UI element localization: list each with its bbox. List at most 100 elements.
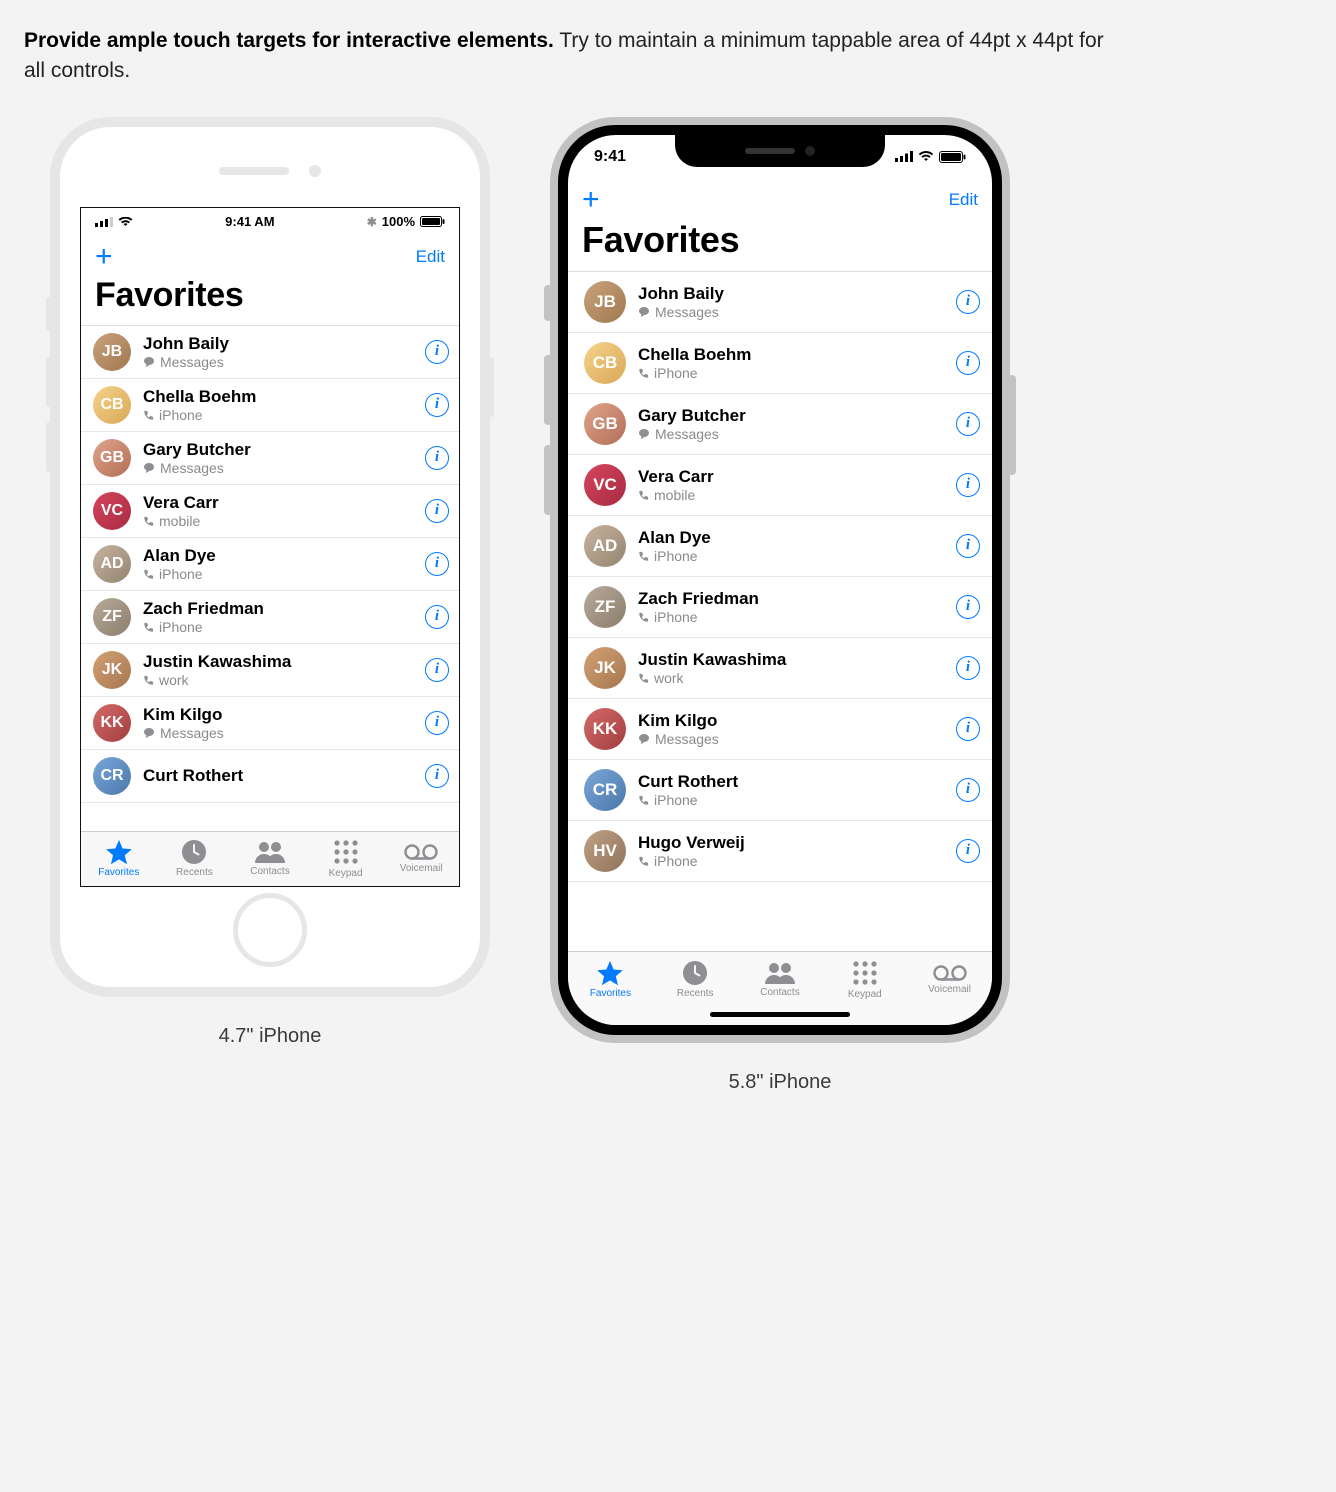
- contact-sub: iPhone: [638, 548, 956, 564]
- tab-contacts[interactable]: Contacts: [738, 952, 823, 1007]
- favorite-row[interactable]: JK Justin Kawashima work i: [81, 644, 459, 697]
- info-button[interactable]: i: [956, 717, 980, 741]
- voicemail-icon: [404, 843, 438, 861]
- info-button[interactable]: i: [956, 290, 980, 314]
- edit-button[interactable]: Edit: [949, 190, 978, 210]
- favorite-row[interactable]: JK Justin Kawashima work i: [568, 638, 992, 699]
- favorite-row[interactable]: CR Curt Rothert iPhone i: [568, 760, 992, 821]
- contact-name: Alan Dye: [143, 546, 425, 566]
- wifi-icon: [118, 217, 133, 227]
- favorite-row[interactable]: CB Chella Boehm iPhone i: [81, 379, 459, 432]
- avatar: GB: [93, 439, 131, 477]
- info-button[interactable]: i: [425, 605, 449, 629]
- wifi-icon: [918, 151, 934, 162]
- favorite-row[interactable]: ZF Zach Friedman iPhone i: [81, 591, 459, 644]
- info-button[interactable]: i: [956, 595, 980, 619]
- favorite-row[interactable]: AD Alan Dye iPhone i: [568, 516, 992, 577]
- favorite-row[interactable]: VC Vera Carr mobile i: [81, 485, 459, 538]
- favorite-row[interactable]: JB John Baily Messages i: [81, 326, 459, 379]
- contacts-icon: [254, 840, 286, 864]
- info-button[interactable]: i: [956, 351, 980, 375]
- caption-a: 4.7" iPhone: [219, 1025, 322, 1048]
- battery-icon: [420, 216, 445, 227]
- tab-keypad[interactable]: Keypad: [308, 832, 384, 886]
- notch: [675, 135, 885, 167]
- info-button[interactable]: i: [425, 340, 449, 364]
- info-button[interactable]: i: [425, 658, 449, 682]
- info-button[interactable]: i: [956, 778, 980, 802]
- favorite-row[interactable]: KK Kim Kilgo Messages i: [568, 699, 992, 760]
- home-button[interactable]: [233, 893, 307, 967]
- avatar: VC: [93, 492, 131, 530]
- contact-sub: Messages: [143, 354, 425, 370]
- tab-label: Contacts: [250, 866, 289, 877]
- contact-sub: Messages: [638, 731, 956, 747]
- tab-contacts[interactable]: Contacts: [232, 832, 308, 886]
- tab-favorites[interactable]: Favorites: [568, 952, 653, 1007]
- favorite-row[interactable]: CB Chella Boehm iPhone i: [568, 333, 992, 394]
- tab-voicemail[interactable]: Voicemail: [907, 952, 992, 1007]
- info-button[interactable]: i: [956, 412, 980, 436]
- intro-bold: Provide ample touch targets for interact…: [24, 29, 554, 52]
- tab-recents[interactable]: Recents: [653, 952, 738, 1007]
- avatar: ZF: [93, 598, 131, 636]
- intro-text: Provide ample touch targets for interact…: [24, 26, 1124, 87]
- tab-label: Keypad: [329, 868, 363, 879]
- tab-voicemail[interactable]: Voicemail: [383, 832, 459, 886]
- info-button[interactable]: i: [956, 656, 980, 680]
- contact-name: Kim Kilgo: [143, 705, 425, 725]
- add-button[interactable]: +: [582, 185, 600, 215]
- avatar: GB: [584, 403, 626, 445]
- avatar: CB: [584, 342, 626, 384]
- add-button[interactable]: +: [95, 242, 113, 272]
- tab-label: Favorites: [590, 988, 631, 999]
- contact-name: Vera Carr: [638, 467, 956, 487]
- avatar: VC: [584, 464, 626, 506]
- favorite-row[interactable]: JB John Baily Messages i: [568, 272, 992, 333]
- avatar: JK: [584, 647, 626, 689]
- edit-button[interactable]: Edit: [416, 247, 445, 267]
- avatar: CR: [584, 769, 626, 811]
- info-button[interactable]: i: [956, 839, 980, 863]
- contact-sub: Messages: [638, 426, 956, 442]
- favorite-row[interactable]: CR Curt Rothert i: [81, 750, 459, 803]
- page-title: Favorites: [95, 274, 445, 325]
- nav-bar: + Edit Favorites: [81, 236, 459, 325]
- contact-sub: work: [638, 670, 956, 686]
- info-button[interactable]: i: [425, 393, 449, 417]
- tab-keypad[interactable]: Keypad: [822, 952, 907, 1007]
- info-button[interactable]: i: [425, 446, 449, 470]
- info-button[interactable]: i: [956, 534, 980, 558]
- battery-icon: [939, 151, 966, 163]
- favorite-row[interactable]: GB Gary Butcher Messages i: [568, 394, 992, 455]
- contacts-icon: [764, 961, 796, 985]
- nav-bar: + Edit Favorites: [568, 179, 992, 271]
- favorites-list[interactable]: JB John Baily Messages i CB Chella Boehm…: [81, 325, 459, 831]
- avatar: CR: [93, 757, 131, 795]
- avatar: JB: [584, 281, 626, 323]
- info-button[interactable]: i: [425, 764, 449, 788]
- favorite-row[interactable]: ZF Zach Friedman iPhone i: [568, 577, 992, 638]
- favorite-row[interactable]: AD Alan Dye iPhone i: [81, 538, 459, 591]
- tab-label: Voicemail: [928, 984, 971, 995]
- favorite-row[interactable]: GB Gary Butcher Messages i: [81, 432, 459, 485]
- info-button[interactable]: i: [425, 499, 449, 523]
- contact-name: Chella Boehm: [638, 345, 956, 365]
- star-icon: [105, 839, 133, 865]
- home-indicator[interactable]: [710, 1012, 850, 1017]
- tab-favorites[interactable]: Favorites: [81, 832, 157, 886]
- favorites-list[interactable]: JB John Baily Messages i CB Chella Boehm…: [568, 271, 992, 951]
- contact-name: Zach Friedman: [638, 589, 956, 609]
- avatar: HV: [584, 830, 626, 872]
- favorite-row[interactable]: HV Hugo Verweij iPhone i: [568, 821, 992, 882]
- contact-name: Justin Kawashima: [143, 652, 425, 672]
- info-button[interactable]: i: [425, 711, 449, 735]
- contact-name: Curt Rothert: [143, 766, 425, 786]
- info-button[interactable]: i: [956, 473, 980, 497]
- favorite-row[interactable]: VC Vera Carr mobile i: [568, 455, 992, 516]
- info-button[interactable]: i: [425, 552, 449, 576]
- favorite-row[interactable]: KK Kim Kilgo Messages i: [81, 697, 459, 750]
- contact-sub: iPhone: [638, 792, 956, 808]
- tab-recents[interactable]: Recents: [157, 832, 233, 886]
- contact-sub: work: [143, 672, 425, 688]
